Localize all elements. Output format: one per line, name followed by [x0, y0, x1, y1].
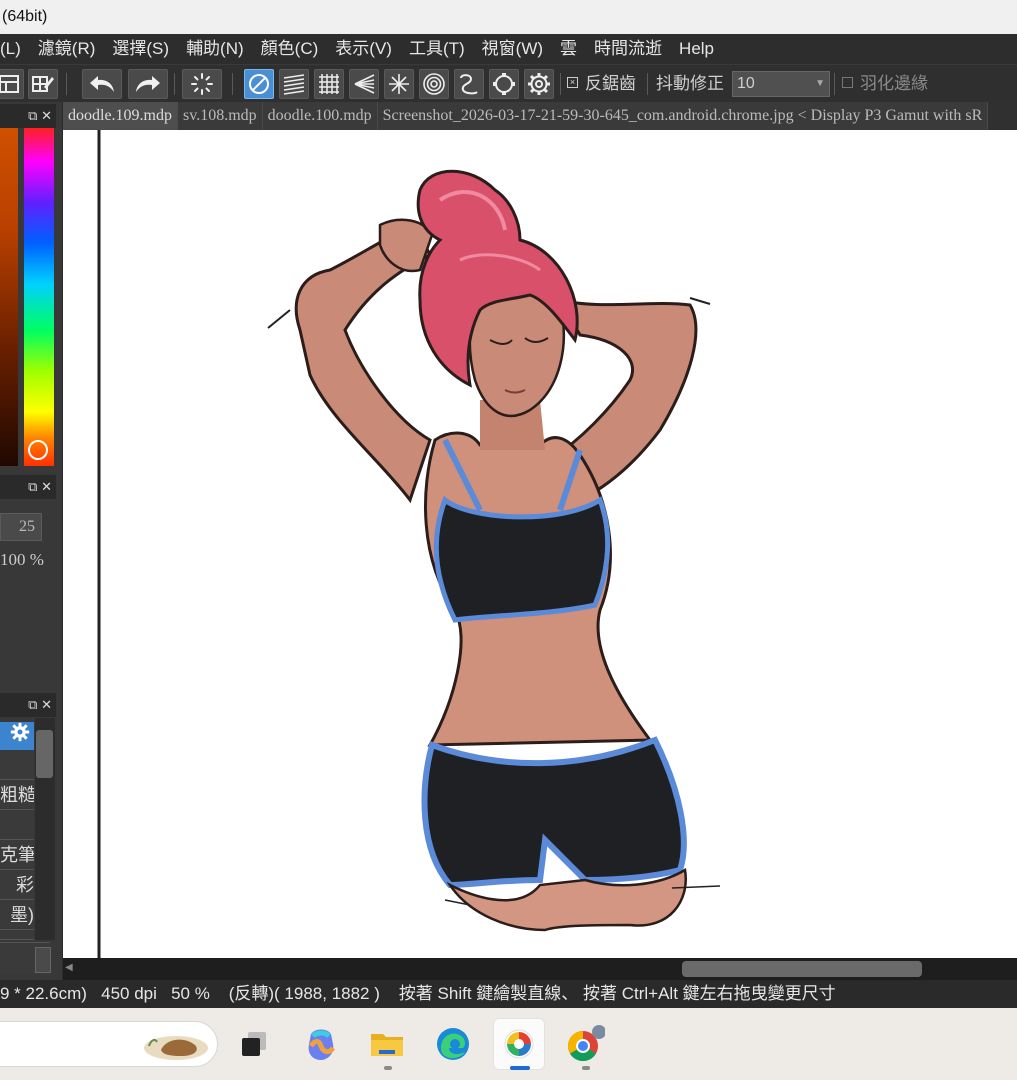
- scroll-thumb[interactable]: [36, 730, 53, 778]
- gear-icon: [10, 722, 30, 742]
- brush-item[interactable]: [0, 810, 34, 840]
- scroll-left-arrow-icon[interactable]: ◀: [65, 962, 73, 973]
- brush-size-input[interactable]: 25: [0, 513, 42, 541]
- feather-checkbox[interactable]: [842, 77, 853, 89]
- snap-grid-icon[interactable]: [314, 69, 344, 99]
- toolbar: × 反鋸齒 抖動修正 10 ▼ 羽化邊緣: [0, 64, 1017, 102]
- menu-timelapse[interactable]: 時間流逝: [586, 34, 671, 64]
- tab-sv-108[interactable]: sv.108.mdp: [178, 102, 263, 130]
- active-app-indicator: [510, 1066, 530, 1070]
- undo-icon[interactable]: [82, 69, 122, 99]
- antialias-checkbox[interactable]: ×: [567, 77, 578, 89]
- brush-list-resize-handle[interactable]: [35, 947, 51, 973]
- tab-screenshot[interactable]: Screenshot_2026-03-17-21-59-30-645_com.a…: [377, 102, 989, 130]
- cursor-position: (反轉)( 1988, 1882 ): [228, 984, 380, 1003]
- snap-curve-icon[interactable]: [454, 69, 484, 99]
- menu-select[interactable]: 選擇(S): [104, 34, 178, 64]
- brush-list-scrollbar[interactable]: [35, 718, 55, 940]
- copilot-icon[interactable]: [295, 1018, 347, 1070]
- task-view-icon[interactable]: [228, 1018, 280, 1070]
- layer-grid-icon[interactable]: [0, 69, 24, 99]
- running-indicator: [582, 1066, 590, 1070]
- menu-layer[interactable]: (L): [0, 34, 30, 64]
- close-icon[interactable]: ✕: [41, 108, 52, 123]
- zoom-level: 50 %: [171, 984, 210, 1003]
- menu-cloud[interactable]: 雲: [552, 34, 586, 64]
- search-box[interactable]: [0, 1021, 218, 1067]
- stabilizer-value: 10: [737, 75, 755, 92]
- chevron-down-icon: ▼: [815, 78, 825, 89]
- popout-icon[interactable]: ⧉: [28, 108, 37, 123]
- running-indicator: [384, 1066, 392, 1070]
- brush-item[interactable]: 粗糙: [0, 780, 34, 810]
- close-icon[interactable]: ✕: [41, 697, 52, 712]
- tab-doodle-109[interactable]: doodle.109.mdp: [63, 102, 178, 130]
- stabilizer-select[interactable]: 10 ▼: [732, 71, 830, 97]
- snap-ellipse-icon[interactable]: [489, 69, 519, 99]
- brush-item[interactable]: [0, 930, 34, 940]
- opacity-label: 100 %: [0, 550, 44, 569]
- menu-view[interactable]: 表示(V): [327, 34, 401, 64]
- brush-item[interactable]: 墨): [0, 900, 34, 930]
- close-icon[interactable]: ✕: [41, 479, 52, 494]
- menu-help[interactable]: Help: [671, 34, 723, 64]
- antialias-option[interactable]: × 反鋸齒: [567, 65, 636, 102]
- scroll-thumb[interactable]: [682, 961, 922, 977]
- layer-edit-icon[interactable]: [28, 69, 58, 99]
- document-tabs: doodle.109.mdp sv.108.mdp doodle.100.mdp Sc…: [63, 102, 1017, 130]
- snap-off-icon[interactable]: [244, 69, 274, 99]
- color-panel-header: ⧉ ✕: [0, 104, 56, 128]
- file-explorer-icon[interactable]: [361, 1018, 413, 1070]
- snap-vanishing-icon[interactable]: [349, 69, 379, 99]
- snap-concentric-icon[interactable]: [419, 69, 449, 99]
- brush-item[interactable]: 彩: [0, 870, 34, 900]
- hue-knob[interactable]: [28, 440, 48, 460]
- edge-icon[interactable]: [427, 1018, 479, 1070]
- brush-panel-header: ⧉ ✕: [0, 693, 56, 717]
- popout-icon[interactable]: ⧉: [28, 479, 37, 494]
- window-title: (64bit): [0, 0, 1017, 34]
- status-hint: 按著 Shift 鍵繪製直線、 按著 Ctrl+Alt 鍵左右拖曳變更尺寸: [398, 984, 836, 1003]
- popout-icon[interactable]: ⧉: [28, 697, 37, 712]
- status-bar: 9 * 22.6cm) 450 dpi 50 % (反轉)( 1988, 188…: [0, 980, 1017, 1008]
- menu-color[interactable]: 顏色(C): [253, 34, 328, 64]
- tab-doodle-100[interactable]: doodle.100.mdp: [262, 102, 378, 130]
- left-panel: ⧉ ✕ ⧉ ✕ 25 100 % ⧉ ✕ 粗糙 克筆 彩 墨): [0, 102, 62, 980]
- taskbar: [0, 1008, 1017, 1080]
- brush-size-panel-header: ⧉ ✕: [0, 475, 56, 499]
- redo-icon[interactable]: [128, 69, 168, 99]
- deselect-icon[interactable]: [182, 69, 222, 99]
- menu-tool[interactable]: 工具(T): [401, 34, 474, 64]
- menu-filter[interactable]: 濾鏡(R): [30, 34, 105, 64]
- hue-slider[interactable]: [24, 128, 54, 466]
- brush-item[interactable]: 克筆: [0, 840, 34, 870]
- brush-list-footer: [0, 942, 51, 974]
- chrome-icon[interactable]: [559, 1018, 611, 1070]
- canvas-dpi: 450 dpi: [101, 984, 157, 1003]
- canvas-size: 9 * 22.6cm): [0, 984, 87, 1003]
- search-highlight-icon: [144, 1036, 208, 1060]
- color-square[interactable]: [0, 128, 18, 466]
- canvas-horizontal-scrollbar[interactable]: ◀: [63, 958, 1017, 980]
- brush-settings-button[interactable]: [0, 722, 34, 750]
- snap-parallel-icon[interactable]: [279, 69, 309, 99]
- menu-window[interactable]: 視窗(W): [474, 34, 552, 64]
- snap-radial-icon[interactable]: [384, 69, 414, 99]
- stabilizer-label: 抖動修正: [656, 74, 724, 93]
- snap-settings-icon[interactable]: [524, 69, 554, 99]
- medibang-icon[interactable]: [493, 1018, 545, 1070]
- menu-bar: (L) 濾鏡(R) 選擇(S) 輔助(N) 顏色(C) 表示(V) 工具(T) 視窗(W) 雲時…: [0, 34, 1017, 64]
- antialias-label: 反鋸齒: [585, 74, 636, 93]
- brush-item[interactable]: [0, 750, 34, 780]
- drawing-canvas[interactable]: [63, 130, 1017, 958]
- feather-option[interactable]: 羽化邊緣: [842, 65, 928, 102]
- artwork: [97, 130, 721, 958]
- feather-label: 羽化邊緣: [860, 74, 928, 93]
- menu-assist[interactable]: 輔助(N): [178, 34, 253, 64]
